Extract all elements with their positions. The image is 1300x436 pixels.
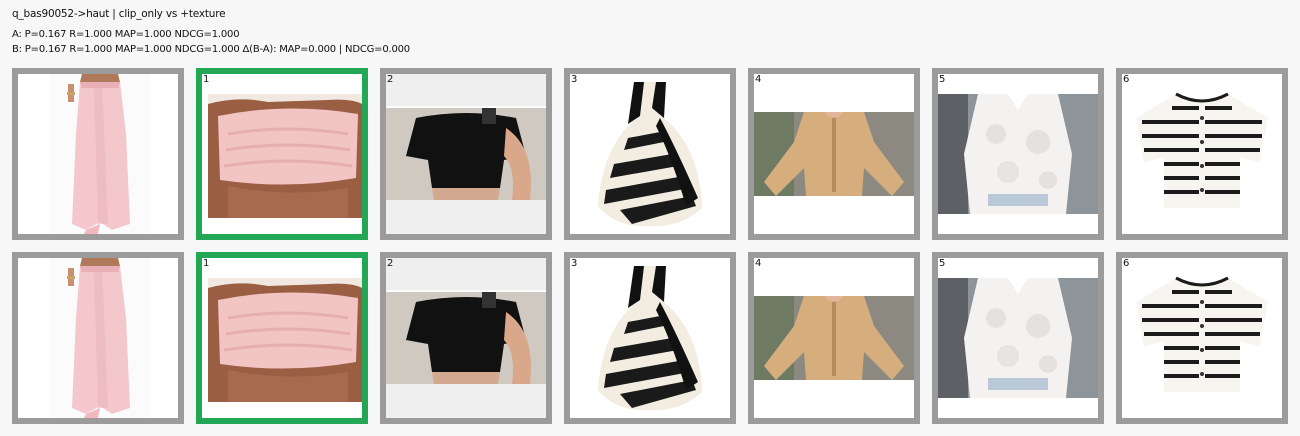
result-tile[interactable]: 4: [748, 252, 920, 424]
metrics-line-b: B: P=0.167 R=1.000 MAP=1.000 NDCG=1.000 …: [12, 44, 410, 55]
result-image: [208, 99, 362, 218]
result-image: [754, 74, 914, 112]
rank-label: 5: [939, 74, 946, 85]
result-image: [386, 108, 546, 200]
result-image: [386, 292, 546, 384]
rank-label: 2: [387, 258, 394, 269]
result-image: [754, 112, 914, 196]
rank-label: 3: [571, 258, 578, 269]
metrics-line-a: A: P=0.167 R=1.000 MAP=1.000 NDCG=1.000: [12, 29, 240, 40]
results-row-b: 1 2 3 4 5 6: [12, 252, 1292, 424]
result-image: [208, 283, 362, 402]
result-tile[interactable]: 2: [380, 252, 552, 424]
result-tile[interactable]: 6: [1116, 252, 1288, 424]
page-title: q_bas90052->haut | clip_only vs +texture: [12, 8, 226, 20]
result-image: [754, 380, 914, 418]
result-image: [386, 200, 546, 234]
rank-label: 1: [203, 258, 210, 269]
result-image: [386, 258, 546, 290]
result-tile[interactable]: 5: [932, 68, 1104, 240]
result-image: [938, 94, 1098, 214]
result-image: [938, 278, 1098, 398]
result-tile[interactable]: 3: [564, 252, 736, 424]
result-image: [754, 196, 914, 234]
result-tile[interactable]: 2: [380, 68, 552, 240]
rank-label: 6: [1123, 74, 1130, 85]
rank-label: 4: [755, 74, 762, 85]
rank-label: 4: [755, 258, 762, 269]
result-tile[interactable]: 1: [196, 68, 368, 240]
result-image: [1136, 92, 1268, 208]
result-image: [754, 296, 914, 380]
query-image-tile[interactable]: [12, 252, 184, 424]
rank-label: 5: [939, 258, 946, 269]
rank-label: 6: [1123, 258, 1130, 269]
result-image: [598, 82, 702, 227]
result-image: [386, 384, 546, 418]
result-image: [754, 258, 914, 296]
result-tile[interactable]: 6: [1116, 68, 1288, 240]
result-image: [598, 266, 702, 411]
result-tile[interactable]: 4: [748, 68, 920, 240]
result-tile[interactable]: 3: [564, 68, 736, 240]
query-image: [67, 258, 130, 418]
rank-label: 3: [571, 74, 578, 85]
rank-label: 2: [387, 74, 394, 85]
rank-label: 1: [203, 74, 210, 85]
result-tile[interactable]: 5: [932, 252, 1104, 424]
result-image: [386, 74, 546, 106]
result-tile[interactable]: 1: [196, 252, 368, 424]
result-image: [1136, 276, 1268, 392]
query-image-tile[interactable]: [12, 68, 184, 240]
query-image: [67, 74, 130, 234]
results-row-a: 1 2 3 4 5 6: [12, 68, 1292, 240]
